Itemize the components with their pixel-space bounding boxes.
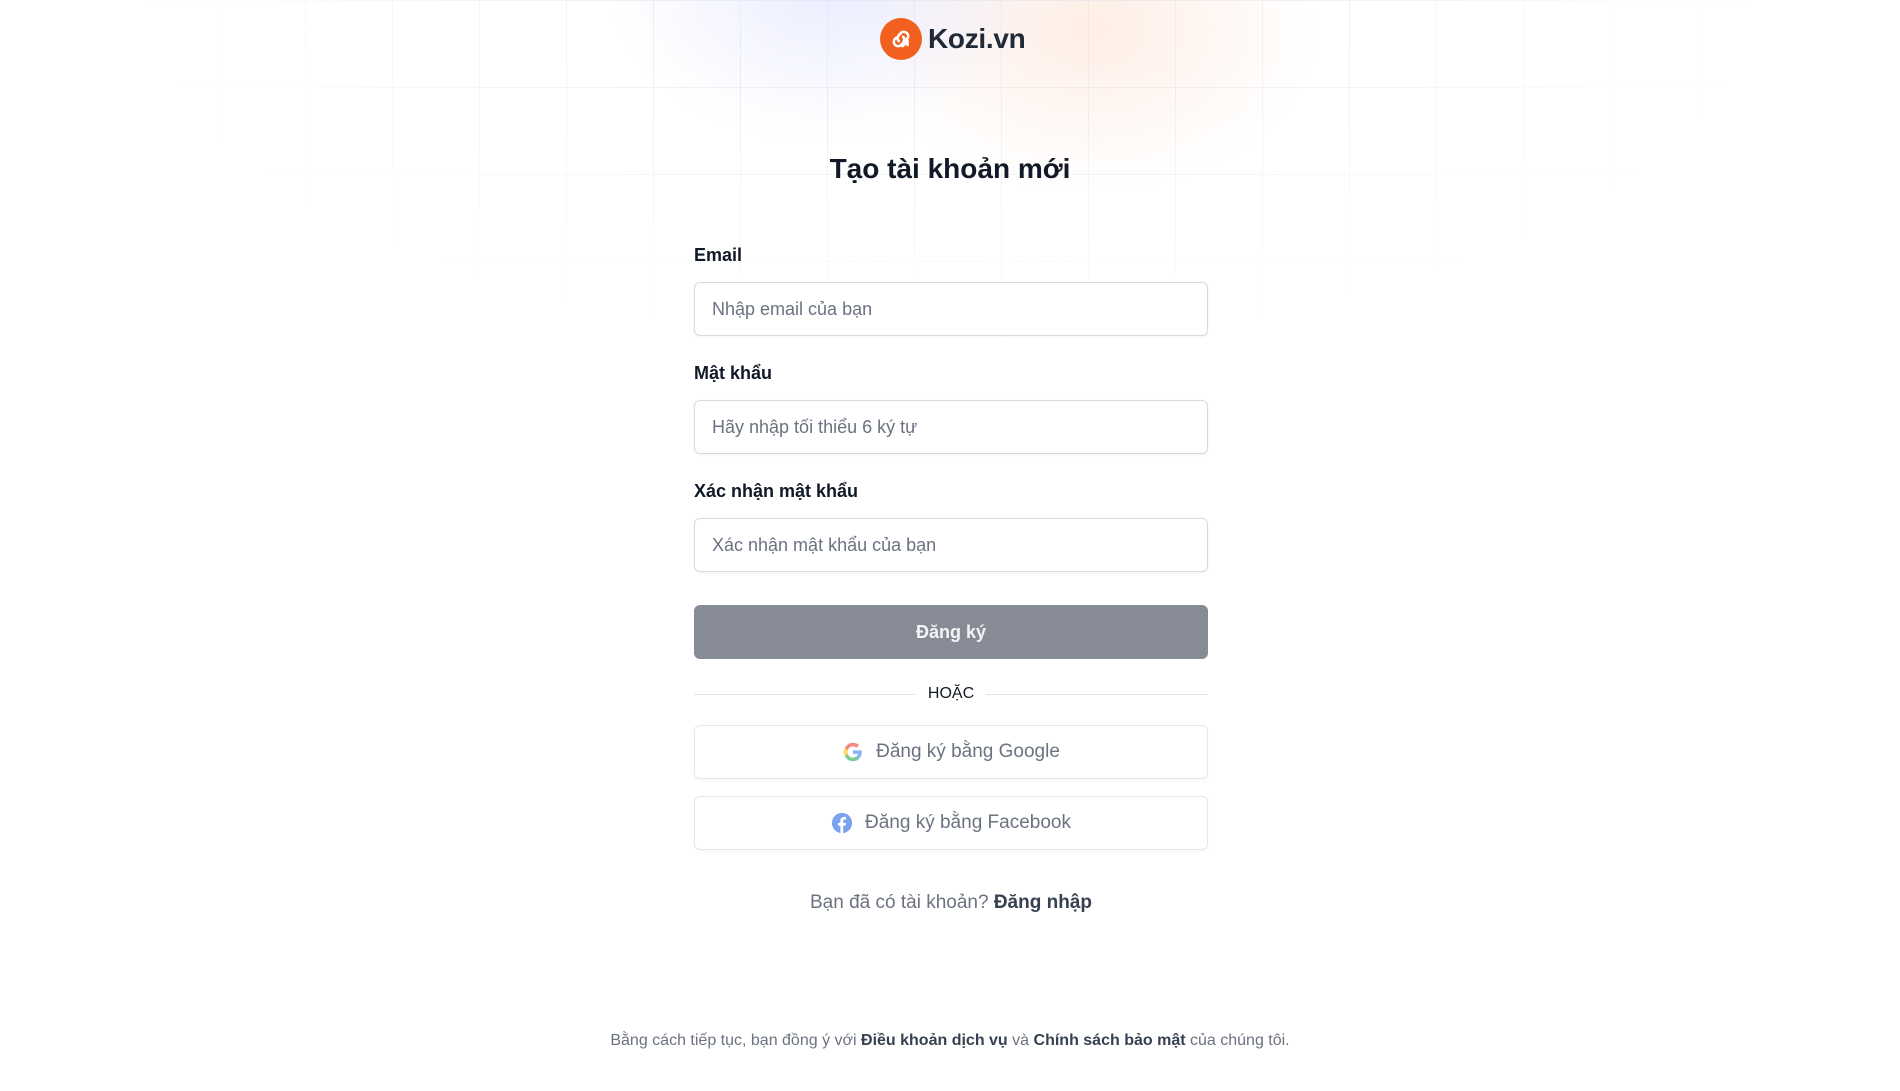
register-button[interactable]: Đăng ký [694,605,1208,659]
confirm-password-label: Xác nhận mật khẩu [694,481,859,501]
footer-prefix: Bằng cách tiếp tục, bạn đồng ý với [610,1032,857,1049]
confirm-password-field[interactable] [694,518,1208,572]
email-label: Email [694,245,743,265]
signup-form: Email Mật khẩu Xác nhận mật khẩu Đăng ký… [694,244,1209,914]
footer-suffix: của chúng tôi. [1190,1032,1290,1049]
divider-line-left [694,693,916,695]
login-prompt: Bạn đã có tài khoản? Đăng nhập [694,892,1208,914]
password-field[interactable] [694,400,1208,454]
footer-conjunction: và [1012,1032,1030,1049]
password-label: Mật khẩu [694,363,773,383]
email-field-group: Email [694,244,1208,336]
facebook-icon [831,812,853,834]
divider-line-right [986,693,1209,695]
google-signup-button[interactable]: Đăng ký bằng Google [694,725,1208,779]
terms-link[interactable]: Điều khoản dịch vụ [861,1032,1008,1049]
brand-name: Kozi.vn [928,23,1026,54]
page-title: Tạo tài khoản mới [829,153,1071,184]
signup-page: Kozi.vn Tạo tài khoản mới Email Mật khẩu… [0,0,1900,1091]
google-icon [842,741,864,763]
divider-text: HOẶC [927,685,975,702]
email-field[interactable] [694,282,1208,336]
login-link[interactable]: Đăng nhập [994,892,1092,913]
confirm-password-field-group: Xác nhận mật khẩu [694,480,1208,572]
privacy-link[interactable]: Chính sách bảo mật [1034,1032,1186,1049]
facebook-signup-button[interactable]: Đăng ký bằng Facebook [694,796,1208,850]
facebook-signup-label: Đăng ký bằng Facebook [865,812,1071,833]
google-signup-label: Đăng ký bằng Google [876,741,1060,762]
link-arrow-icon [880,18,922,60]
password-field-group: Mật khẩu [694,362,1208,454]
login-prompt-text: Bạn đã có tài khoản? [810,892,989,913]
brand-logo[interactable]: Kozi.vn [880,18,1026,60]
legal-footer: Bằng cách tiếp tục, bạn đồng ý với Điều … [0,1032,1900,1050]
or-divider: HOẶC [694,683,1209,705]
